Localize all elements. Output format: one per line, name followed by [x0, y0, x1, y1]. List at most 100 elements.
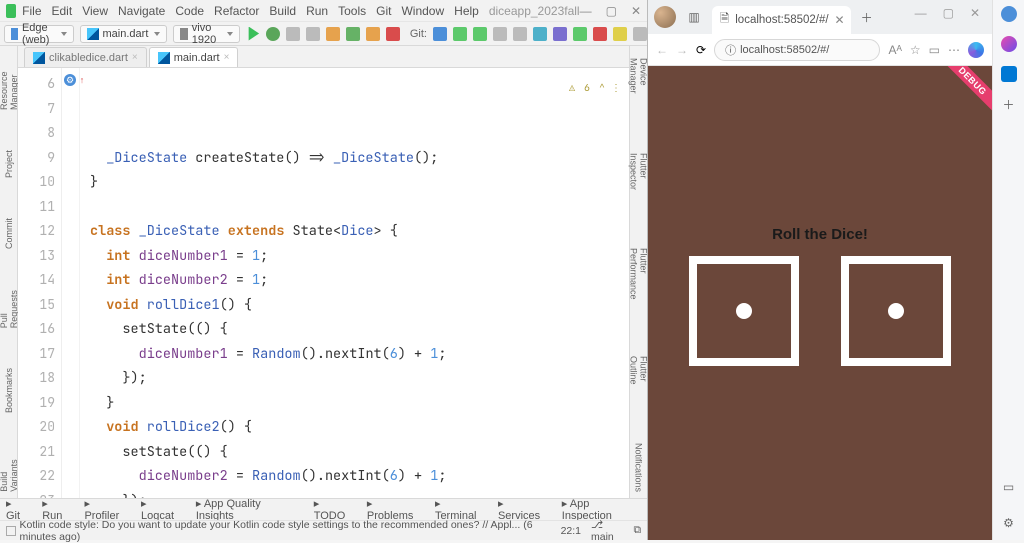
menu-edit[interactable]: Edit	[52, 4, 73, 18]
menu-navigate[interactable]: Navigate	[118, 4, 165, 18]
status-icon[interactable]	[6, 526, 16, 536]
menu-code[interactable]: Code	[175, 4, 204, 18]
gutter-override-icon[interactable]: ⚙	[64, 74, 76, 86]
search-icon[interactable]	[1001, 6, 1017, 22]
back-button[interactable]: ←	[656, 43, 668, 57]
menu-tools[interactable]: Tools	[338, 4, 366, 18]
git-branch[interactable]: ⎇ main	[591, 519, 624, 543]
minimize-icon[interactable]: —	[580, 4, 592, 18]
code-text[interactable]: ⚠ 6 ^ ⋮ _DiceState createState() => _Dic…	[80, 68, 629, 498]
minimize-icon[interactable]: —	[915, 6, 927, 20]
dice-2[interactable]	[841, 256, 951, 366]
tool-device-manager[interactable]: Device Manager	[628, 52, 650, 127]
run-config-file[interactable]: main.dart	[80, 25, 168, 43]
editor-file-tabs[interactable]: clikabledice.dart×main.dart×	[18, 46, 629, 68]
menu-help[interactable]: Help	[454, 4, 479, 18]
right-tool-strip[interactable]: Device Manager Flutter Inspector Flutter P…	[629, 46, 647, 498]
sidebar-collapse-icon[interactable]: ▭	[1003, 480, 1014, 494]
tab-close-icon[interactable]: ✕	[835, 13, 845, 27]
restart-button[interactable]	[366, 27, 380, 41]
debug-button[interactable]	[266, 27, 280, 41]
menu-view[interactable]: View	[82, 4, 108, 18]
flutter-debug-banner: DEBUG	[937, 66, 992, 117]
bottom-tool-strip[interactable]: ▸ Git▸ Run▸ Profiler▸ Logcat▸ App Qualit…	[0, 498, 647, 520]
ide-menu-bar[interactable]: File Edit View Navigate Code Refactor Build Run…	[22, 4, 479, 18]
run-config-target[interactable]: Edge (web)	[4, 25, 74, 43]
gutter-icons[interactable]: ⚙↑	[62, 68, 80, 498]
ide-icon-4[interactable]	[593, 27, 607, 41]
edge-sidebar[interactable]: ＋ ▭ ⚙	[992, 0, 1024, 540]
menu-git[interactable]: Git	[376, 4, 391, 18]
maximize-icon[interactable]: ▢	[943, 6, 954, 20]
hot-reload-button[interactable]	[326, 27, 340, 41]
outlook-icon[interactable]	[1001, 66, 1017, 82]
maximize-icon[interactable]: ▢	[606, 4, 617, 18]
tool-flutter-outline[interactable]: Flutter Outline	[628, 350, 650, 416]
ide-window-controls[interactable]: — ▢ ✕	[580, 4, 641, 18]
device-picker[interactable]: vivo 1920	[173, 25, 239, 43]
menu-window[interactable]: Window	[401, 4, 444, 18]
tool-commit[interactable]: Commit	[3, 212, 15, 255]
sidebar-add-icon[interactable]: ＋	[1002, 96, 1014, 113]
menu-icon[interactable]: ⋯	[948, 43, 960, 57]
copilot-icon[interactable]	[968, 42, 984, 58]
address-bar[interactable]: ⓘ localhost:58502/#/	[714, 39, 880, 61]
menu-run[interactable]: Run	[306, 4, 328, 18]
tab-close-icon[interactable]: ×	[224, 52, 230, 63]
ide-icon-5[interactable]	[613, 27, 627, 41]
forward-button[interactable]: →	[676, 43, 688, 57]
refresh-button[interactable]: ⟳	[696, 43, 706, 57]
vcs-push-button[interactable]	[473, 27, 487, 41]
caret-position[interactable]: 22:1	[561, 525, 581, 537]
new-tab-button[interactable]: ＋	[855, 5, 879, 29]
ide-icon-1[interactable]	[533, 27, 547, 41]
menu-refactor[interactable]: Refactor	[214, 4, 259, 18]
browser-tab[interactable]: 🗎 localhost:58502/#/ ✕	[712, 6, 851, 34]
tool-flutter-inspector[interactable]: Flutter Inspector	[628, 147, 650, 222]
coverage-button[interactable]	[286, 27, 300, 41]
close-icon[interactable]: ✕	[970, 6, 980, 20]
browser-window-controls[interactable]: — ▢ ✕	[915, 0, 986, 20]
sidebar-settings-icon[interactable]: ⚙	[1003, 516, 1014, 530]
stop-button[interactable]	[386, 27, 400, 41]
status-extra-icon[interactable]: ⧉	[634, 524, 642, 537]
read-aloud-icon[interactable]: Aᴬ	[888, 43, 901, 57]
collections-icon[interactable]: ▭	[929, 43, 940, 57]
tool-pull-requests[interactable]: Pull Requests	[0, 283, 20, 334]
ide-toolbar: Edge (web) main.dart vivo 1920 Git:	[0, 22, 647, 46]
tool-project[interactable]: Project	[3, 144, 15, 184]
chevron-down-icon	[227, 32, 233, 36]
tab-actions-icon[interactable]: ▥	[682, 5, 706, 29]
vcs-update-button[interactable]	[433, 27, 447, 41]
ide-icon-2[interactable]	[553, 27, 567, 41]
menu-file[interactable]: File	[22, 4, 41, 18]
tool-bookmarks[interactable]: Bookmarks	[3, 362, 15, 419]
tool-resource-manager[interactable]: Resource Manager	[0, 50, 20, 116]
vcs-history-button[interactable]	[493, 27, 507, 41]
favorite-icon[interactable]: ☆	[910, 43, 921, 57]
menu-build[interactable]: Build	[269, 4, 296, 18]
left-tool-strip[interactable]: Resource Manager Project Commit Pull Reques…	[0, 46, 18, 498]
code-editor[interactable]: 67891011121314151617181920212223 ⚙↑ ⚠ 6 …	[18, 68, 629, 498]
inspection-warning-badge[interactable]: ⚠ 6 ^ ⋮	[569, 76, 621, 101]
gutter-line-numbers: 67891011121314151617181920212223	[18, 68, 62, 498]
site-info-icon[interactable]: ⓘ	[725, 42, 736, 58]
profile-button[interactable]	[306, 27, 320, 41]
dice-1[interactable]	[689, 256, 799, 366]
tab-close-icon[interactable]: ×	[132, 52, 138, 63]
run-button[interactable]	[246, 27, 260, 41]
close-icon[interactable]: ✕	[631, 4, 641, 18]
copilot-sidebar-icon[interactable]	[1001, 36, 1017, 52]
file-tab[interactable]: main.dart×	[149, 47, 239, 67]
profile-avatar-icon[interactable]	[654, 6, 676, 28]
ide-icon-3[interactable]	[573, 27, 587, 41]
tool-build-variants[interactable]: Build Variants	[0, 447, 20, 498]
tool-flutter-performance[interactable]: Flutter Performance	[628, 242, 650, 331]
vcs-commit-button[interactable]	[453, 27, 467, 41]
search-icon[interactable]	[633, 27, 647, 41]
attach-button[interactable]	[346, 27, 360, 41]
vcs-rollback-button[interactable]	[513, 27, 527, 41]
tool-notifications[interactable]: Notifications	[633, 437, 645, 498]
ide-body: Resource Manager Project Commit Pull Reques…	[0, 46, 647, 498]
file-tab[interactable]: clikabledice.dart×	[24, 47, 147, 67]
